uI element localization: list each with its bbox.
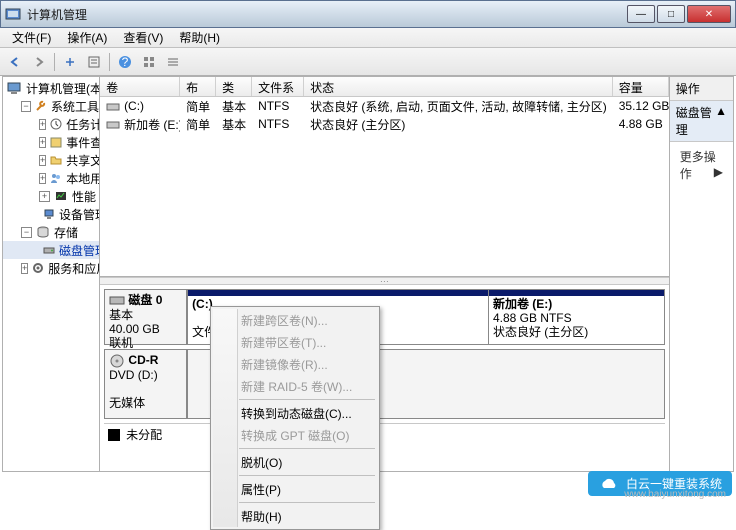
col-layout[interactable]: 布局 bbox=[180, 77, 216, 96]
tree-services[interactable]: + 服务和应用程序 bbox=[3, 259, 99, 277]
disk-header[interactable]: CD-R DVD (D:) 无媒体 bbox=[105, 350, 187, 418]
tree-systools[interactable]: − 系统工具 bbox=[3, 97, 99, 115]
tree-shared[interactable]: + 共享文件夹 bbox=[3, 151, 99, 169]
disk-row-cdrom[interactable]: CD-R DVD (D:) 无媒体 bbox=[104, 349, 665, 419]
ctx-offline[interactable]: 脱机(O) bbox=[213, 451, 377, 473]
storage-icon bbox=[35, 224, 51, 240]
menubar: 文件(F) 操作(A) 查看(V) 帮助(H) bbox=[0, 28, 736, 48]
perf-icon bbox=[53, 188, 69, 204]
disk-row-0[interactable]: 磁盘 0 基本 40.00 GB 联机 (C:) x 文件, 活动, 故障转储 bbox=[104, 289, 665, 345]
disk-icon bbox=[42, 242, 56, 258]
col-type[interactable]: 类型 bbox=[216, 77, 252, 96]
actions-header: 操作 bbox=[670, 77, 733, 101]
splitter[interactable]: ··· bbox=[100, 277, 669, 285]
device-icon bbox=[42, 206, 56, 222]
center-pane: 卷 布局 类型 文件系统 状态 容量 (C:) 简单 基本 NTFS 状态良好 … bbox=[100, 77, 670, 471]
help-button[interactable]: ? bbox=[114, 51, 136, 73]
svg-text:?: ? bbox=[122, 55, 129, 69]
disk-graphical-view: 磁盘 0 基本 40.00 GB 联机 (C:) x 文件, 活动, 故障转储 bbox=[100, 285, 669, 471]
col-volume[interactable]: 卷 bbox=[100, 77, 180, 96]
watermark-url: www.baiyunxitong.com bbox=[624, 489, 726, 500]
col-capacity[interactable]: 容量 bbox=[613, 77, 669, 96]
menu-help[interactable]: 帮助(H) bbox=[171, 29, 228, 46]
ctx-todyn[interactable]: 转换到动态磁盘(C)... bbox=[213, 402, 377, 424]
menu-view[interactable]: 查看(V) bbox=[115, 29, 171, 46]
up-button[interactable] bbox=[59, 51, 81, 73]
actions-pane: 操作 磁盘管理 ▲ 更多操作 ▶ bbox=[670, 77, 733, 471]
drive-icon bbox=[106, 119, 120, 131]
menu-file[interactable]: 文件(F) bbox=[4, 29, 59, 46]
ctx-spanned[interactable]: 新建跨区卷(N)... bbox=[213, 309, 377, 331]
back-button[interactable] bbox=[4, 51, 26, 73]
close-button[interactable]: ✕ bbox=[687, 5, 731, 23]
drive-icon bbox=[106, 101, 120, 113]
ctx-raid5[interactable]: 新建 RAID-5 卷(W)... bbox=[213, 375, 377, 397]
cloud-icon bbox=[598, 476, 620, 492]
volume-row[interactable]: (C:) 简单 基本 NTFS 状态良好 (系统, 启动, 页面文件, 活动, … bbox=[100, 97, 669, 115]
ctx-striped[interactable]: 新建带区卷(T)... bbox=[213, 331, 377, 353]
event-icon bbox=[49, 134, 63, 150]
tree-eventviewer[interactable]: + 事件查看器 bbox=[3, 133, 99, 151]
legend-swatch-unalloc bbox=[108, 429, 120, 441]
folder-icon bbox=[49, 152, 63, 168]
view-detail-button[interactable] bbox=[162, 51, 184, 73]
forward-button[interactable] bbox=[28, 51, 50, 73]
disk-icon bbox=[109, 294, 125, 308]
chevron-right-icon: ▶ bbox=[714, 165, 723, 179]
app-icon bbox=[5, 6, 21, 22]
menu-action[interactable]: 操作(A) bbox=[59, 29, 115, 46]
services-icon bbox=[31, 260, 45, 276]
volume-list: 卷 布局 类型 文件系统 状态 容量 (C:) 简单 基本 NTFS 状态良好 … bbox=[100, 77, 669, 277]
tools-icon bbox=[34, 98, 48, 114]
collapse-icon: ▲ bbox=[715, 104, 727, 138]
context-menu: 新建跨区卷(N)... 新建带区卷(T)... 新建镜像卷(R)... 新建 R… bbox=[210, 306, 380, 530]
tree-pane: 计算机管理(本地) − 系统工具 + 任务计划程序 + 事件查看器 + 共享文件… bbox=[3, 77, 100, 471]
ctx-props[interactable]: 属性(P) bbox=[213, 478, 377, 500]
col-status[interactable]: 状态 bbox=[304, 77, 613, 96]
toolbar: ? bbox=[0, 48, 736, 76]
tree-root[interactable]: 计算机管理(本地) bbox=[3, 79, 99, 97]
window-title: 计算机管理 bbox=[27, 6, 625, 23]
volume-row[interactable]: 新加卷 (E:) 简单 基本 NTFS 状态良好 (主分区) 4.88 GB bbox=[100, 115, 669, 133]
ctx-mirrored[interactable]: 新建镜像卷(R)... bbox=[213, 353, 377, 375]
computer-icon bbox=[7, 80, 23, 96]
cdrom-icon bbox=[109, 354, 125, 368]
col-fs[interactable]: 文件系统 bbox=[252, 77, 304, 96]
tree-devmgr[interactable]: 设备管理器 bbox=[3, 205, 99, 223]
tree-perf[interactable]: + 性能 bbox=[3, 187, 99, 205]
volume-header: 卷 布局 类型 文件系统 状态 容量 bbox=[100, 77, 669, 97]
clock-icon bbox=[49, 116, 63, 132]
tree-diskmgmt[interactable]: 磁盘管理 bbox=[3, 241, 99, 259]
ctx-togpt[interactable]: 转换成 GPT 磁盘(O) bbox=[213, 424, 377, 446]
ctx-help[interactable]: 帮助(H) bbox=[213, 505, 377, 527]
actions-more[interactable]: 更多操作 ▶ bbox=[670, 142, 733, 188]
tree-storage[interactable]: − 存储 bbox=[3, 223, 99, 241]
titlebar: 计算机管理 — □ ✕ bbox=[0, 0, 736, 28]
disk-header[interactable]: 磁盘 0 基本 40.00 GB 联机 bbox=[105, 290, 187, 344]
maximize-button[interactable]: □ bbox=[657, 5, 685, 23]
users-icon bbox=[49, 170, 63, 186]
view-list-button[interactable] bbox=[138, 51, 160, 73]
legend: 未分配 bbox=[104, 423, 665, 445]
tree-users[interactable]: + 本地用户和组 bbox=[3, 169, 99, 187]
partition-e[interactable]: 新加卷 (E:) 4.88 GB NTFS 状态良好 (主分区) bbox=[488, 290, 664, 344]
tree-scheduler[interactable]: + 任务计划程序 bbox=[3, 115, 99, 133]
properties-button[interactable] bbox=[83, 51, 105, 73]
minimize-button[interactable]: — bbox=[627, 5, 655, 23]
actions-section[interactable]: 磁盘管理 ▲ bbox=[670, 101, 733, 142]
